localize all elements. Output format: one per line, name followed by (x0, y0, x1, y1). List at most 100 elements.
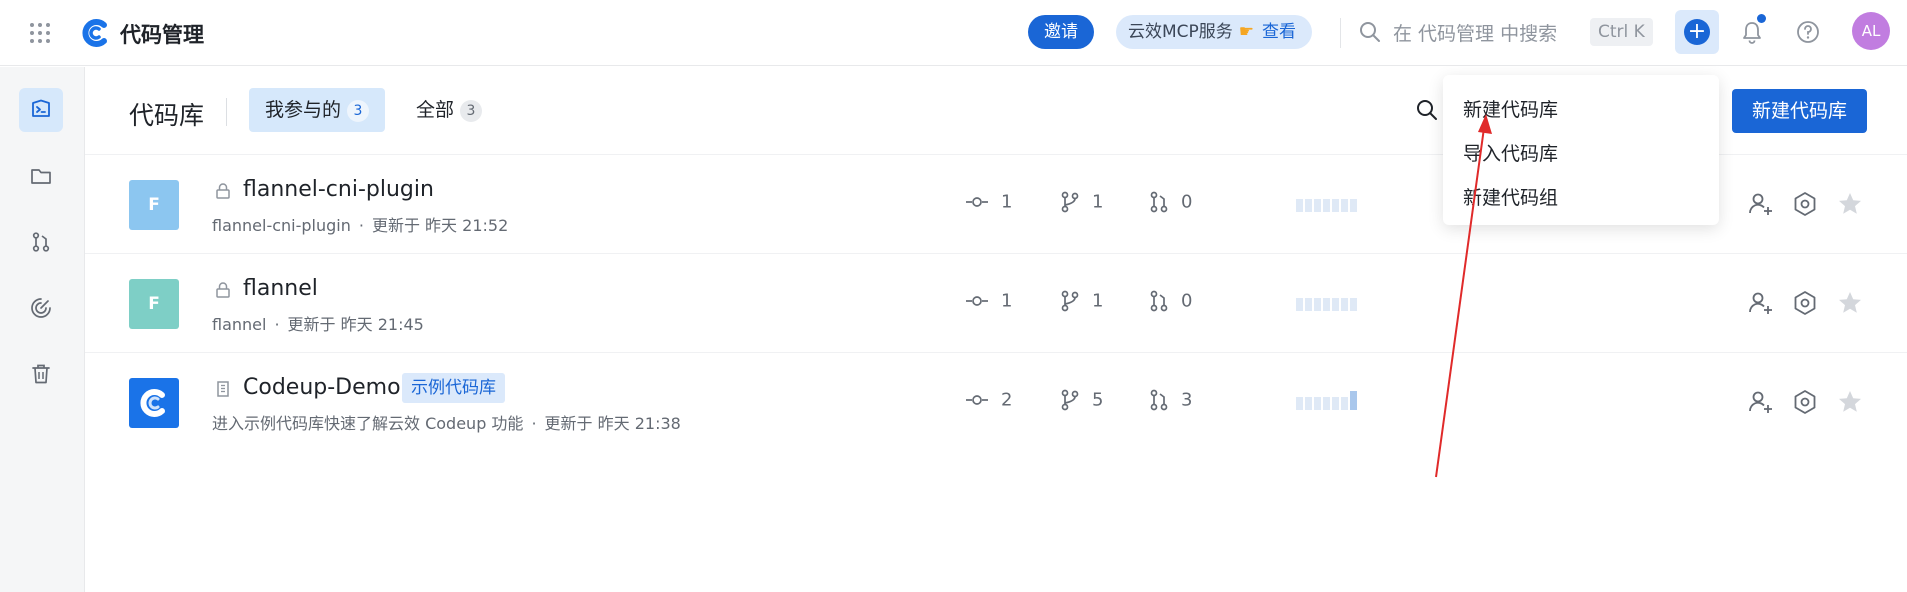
branch-count: 1 (1092, 290, 1104, 312)
commit-count: 2 (1001, 389, 1013, 411)
notification-dot (1757, 14, 1766, 23)
search-icon[interactable] (1358, 20, 1382, 44)
settings-icon[interactable] (1791, 289, 1819, 317)
merge-requests-stat[interactable]: 0 (1149, 290, 1192, 314)
commit-icon (966, 395, 988, 405)
merge-request-count: 0 (1181, 191, 1193, 213)
search-shortcut-badge: Ctrl K (1590, 18, 1653, 46)
sidebar-item-insights[interactable] (19, 286, 63, 330)
activity-bar (1341, 397, 1348, 410)
star-icon[interactable] (1836, 388, 1864, 416)
repo-row[interactable]: Codeup-Demo 示例代码库 进入示例代码库快速了解云效 Codeup 功… (85, 353, 1907, 452)
commits-stat[interactable]: 2 (965, 389, 1012, 413)
apps-grid-icon[interactable] (28, 21, 52, 45)
settings-icon[interactable] (1791, 190, 1819, 218)
settings-icon[interactable] (1791, 388, 1819, 416)
repo-name-link[interactable]: flannel-cni-plugin (243, 177, 434, 202)
activity-chart (1296, 194, 1360, 214)
activity-bar (1332, 298, 1339, 311)
activity-bar (1296, 397, 1303, 410)
repo-row[interactable]: F flannel flannel · 更新于 昨天 21:45 1 1 0 (85, 254, 1907, 353)
mcp-view-link[interactable]: 查看 (1262, 22, 1296, 42)
repo-path: flannel-cni-plugin (212, 216, 351, 235)
star-icon[interactable] (1836, 190, 1864, 218)
branch-icon (1061, 191, 1079, 213)
repo-name-link[interactable]: flannel (243, 276, 318, 301)
divider (226, 98, 227, 126)
sidebar-item-repositories[interactable] (19, 88, 63, 132)
activity-bar (1323, 199, 1330, 212)
sidebar-item-groups[interactable] (19, 154, 63, 198)
commits-stat[interactable]: 1 (965, 191, 1012, 215)
merge-requests-stat[interactable]: 3 (1149, 389, 1192, 413)
menu-item-import-repository[interactable]: 导入代码库 (1463, 139, 1558, 166)
activity-bar (1296, 199, 1303, 212)
mcp-service-banner[interactable]: 云效MCP服务 ☛ 查看 (1116, 15, 1313, 49)
activity-chart (1296, 391, 1360, 412)
help-icon[interactable] (1794, 18, 1822, 46)
merge-requests-stat[interactable]: 0 (1149, 191, 1192, 215)
plus-icon: + (1684, 19, 1710, 45)
branch-icon (1061, 389, 1079, 411)
global-search-input[interactable]: 在 代码管理 中搜索 (1393, 19, 1557, 46)
top-bar: 代码管理 邀请 云效MCP服务 ☛ 查看 在 代码管理 中搜索 Ctrl K + A… (0, 0, 1907, 66)
add-member-icon[interactable] (1747, 190, 1775, 218)
activity-bar (1332, 199, 1339, 212)
search-icon[interactable] (1415, 98, 1439, 122)
branches-stat[interactable]: 1 (1060, 191, 1103, 215)
merge-request-icon (1150, 389, 1168, 411)
sample-repo-badge: 示例代码库 (402, 373, 505, 403)
tab-count-badge: 3 (460, 99, 483, 122)
add-member-icon[interactable] (1747, 388, 1775, 416)
add-member-icon[interactable] (1747, 289, 1775, 317)
menu-item-new-repository[interactable]: 新建代码库 (1463, 95, 1558, 122)
repo-code-icon (32, 99, 50, 117)
activity-bar (1350, 391, 1357, 410)
activity-bar (1314, 298, 1321, 311)
activity-bar (1314, 199, 1321, 212)
branches-stat[interactable]: 5 (1060, 389, 1103, 413)
branch-count: 1 (1092, 191, 1104, 213)
target-icon (31, 298, 51, 318)
repo-name-link[interactable]: Codeup-Demo (243, 375, 401, 400)
folder-icon (31, 169, 51, 184)
create-button[interactable]: + (1675, 10, 1719, 54)
branches-stat[interactable]: 1 (1060, 290, 1103, 314)
merge-request-count: 3 (1181, 389, 1193, 411)
menu-item-new-group[interactable]: 新建代码组 (1463, 183, 1558, 210)
star-icon[interactable] (1836, 289, 1864, 317)
activity-bar (1305, 397, 1312, 410)
tab-participated[interactable]: 我参与的 3 (249, 88, 386, 132)
activity-chart (1296, 293, 1360, 313)
invite-button[interactable]: 邀请 (1028, 15, 1094, 49)
repo-meta: flannel · 更新于 昨天 21:45 (212, 311, 424, 335)
activity-bar (1305, 199, 1312, 212)
merge-request-icon (32, 232, 50, 252)
lock-icon (216, 183, 230, 199)
tab-all[interactable]: 全部 3 (400, 88, 498, 132)
repo-description: 进入示例代码库快速了解云效 Codeup 功能 (212, 414, 524, 433)
repo-path: flannel (212, 315, 267, 334)
repo-avatar (129, 378, 179, 428)
lock-icon (216, 282, 230, 298)
user-avatar[interactable]: AL (1852, 12, 1890, 50)
activity-bar (1341, 298, 1348, 311)
trash-icon (32, 364, 50, 384)
repo-meta: 进入示例代码库快速了解云效 Codeup 功能 · 更新于 昨天 21:38 (212, 410, 681, 434)
commits-stat[interactable]: 1 (965, 290, 1012, 314)
tab-label: 我参与的 (265, 99, 342, 121)
separator: · (531, 414, 537, 433)
updated-time: 更新于 昨天 21:52 (371, 216, 509, 235)
sidebar-item-recycle-bin[interactable] (19, 352, 63, 396)
new-repository-button[interactable]: 新建代码库 (1732, 89, 1868, 133)
separator: · (274, 315, 280, 334)
commit-count: 1 (1001, 191, 1013, 213)
activity-bar (1323, 298, 1330, 311)
page-title: 代码库 (129, 101, 205, 130)
commit-count: 1 (1001, 290, 1013, 312)
building-icon (217, 381, 229, 397)
sidebar-item-merge-requests[interactable] (19, 220, 63, 264)
pointing-hand-icon: ☛ (1238, 22, 1255, 42)
codeup-logo[interactable] (80, 17, 112, 49)
create-dropdown-menu: 新建代码库 导入代码库 新建代码组 (1443, 75, 1719, 225)
